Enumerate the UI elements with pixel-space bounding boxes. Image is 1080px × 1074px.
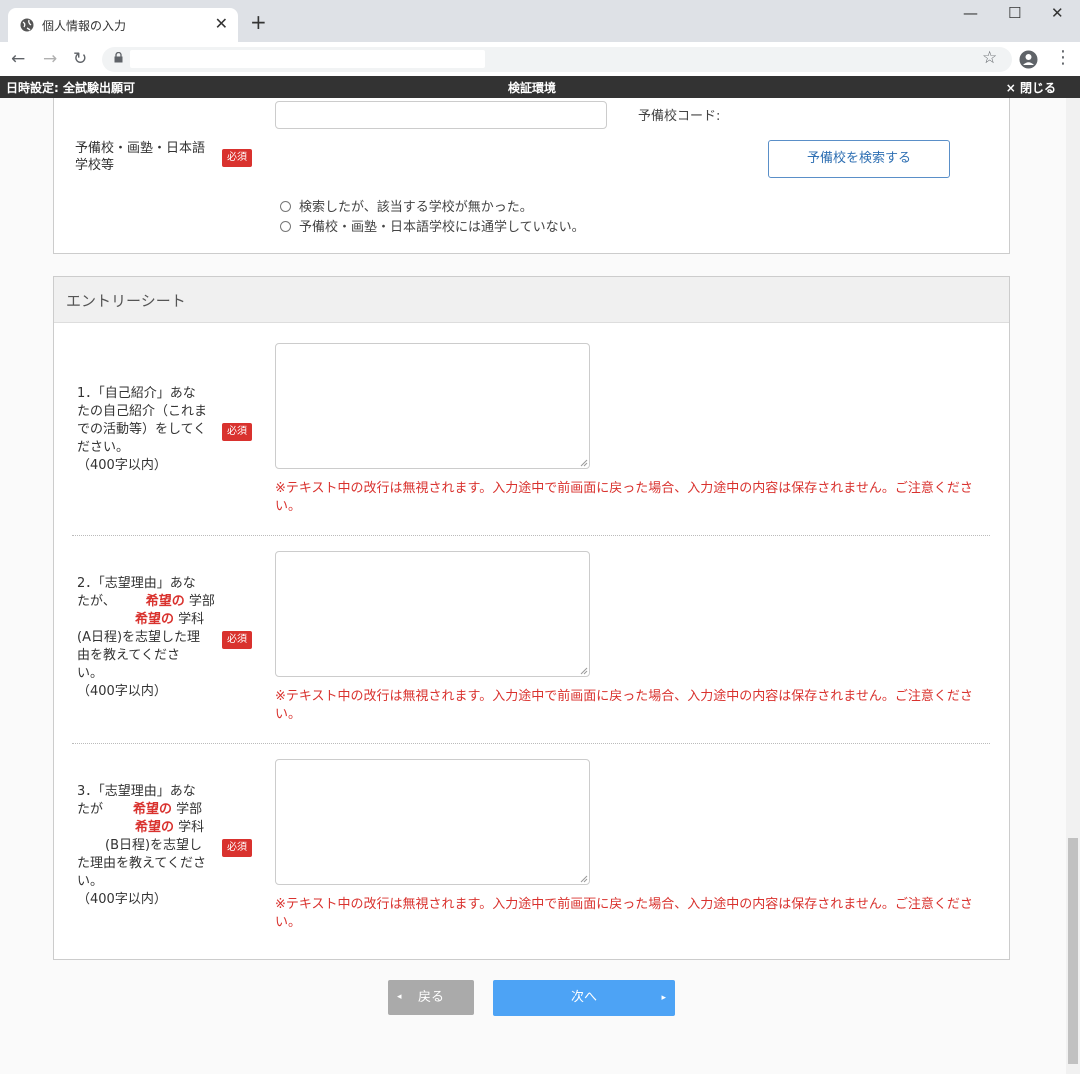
resize-grip-icon[interactable] — [580, 875, 588, 883]
globe-icon — [20, 18, 34, 32]
entry-sheet-title: エントリーシート — [54, 277, 1009, 323]
lock-icon — [114, 52, 123, 63]
radio-button[interactable] — [280, 221, 291, 232]
question-3-label: 3．「志望理由」あな たが 希望の 学部 希望の 学科 (B日程)を志望し た理由… — [77, 783, 217, 909]
question-2-label: 2．「志望理由」あな たが、 希望の 学部 希望の 学科 (A日程)を志望した理 … — [77, 575, 217, 701]
school-panel: 予備校コード: 予備校・画塾・日本語 学校等 必須 予備校を検索する 検索したが… — [53, 98, 1010, 254]
maximize-icon[interactable]: ☐ — [1008, 4, 1021, 22]
q3-highlight: 希望の — [133, 802, 173, 817]
required-badge: 必須 — [222, 631, 252, 649]
q2-text: たが、 — [77, 594, 116, 609]
q3-highlight: 希望の — [135, 820, 175, 835]
q1-limit: （400字以内） — [77, 458, 167, 473]
environment-bar: 日時設定: 全試験出願可 検証環境 × 閉じる — [0, 76, 1080, 98]
q1-line: たの自己紹介（これま — [77, 404, 208, 419]
tab-strip: 個人情報の入力 ✕ + — ☐ ✕ — [0, 0, 1080, 42]
q2-line: 由を教えてくださ — [77, 648, 180, 663]
q3-text: (B日程)を志望し — [105, 838, 203, 853]
browser-toolbar: ← → ↻ ☆ ⋮ — [0, 42, 1080, 76]
q2-highlight: 希望の — [135, 612, 175, 627]
q2-line: 希望の 学科 — [77, 611, 217, 629]
question-1-note: ※テキスト中の改行は無視されます。入力途中で前画面に戻った場合、入力途中の内容は… — [275, 481, 973, 514]
q1-line: 1．「自己紹介」あな — [77, 386, 196, 401]
resize-grip-icon[interactable] — [580, 459, 588, 467]
scrollbar-thumb[interactable] — [1068, 838, 1078, 1064]
close-bar-button[interactable]: × 閉じる — [1006, 79, 1056, 96]
question-2-note: ※テキスト中の改行は無視されます。入力途中で前画面に戻った場合、入力途中の内容は… — [275, 689, 973, 722]
q2-line: (A日程)を志望した理 — [77, 630, 201, 645]
radio-no-match[interactable]: 検索したが、該当する学校が無かった。 — [280, 196, 533, 215]
school-field-label: 予備校・画塾・日本語 学校等 — [75, 140, 205, 174]
school-name-input[interactable] — [275, 101, 607, 129]
next-button-label: 次へ — [570, 990, 597, 1005]
chevron-right-icon: ▸ — [661, 993, 666, 1003]
window-close-icon[interactable]: ✕ — [1051, 4, 1064, 22]
entry-sheet-panel: エントリーシート 1．「自己紹介」あな たの自己紹介（これま での活動等）をして… — [53, 276, 1010, 960]
q2-line: い。 — [77, 666, 104, 681]
account-icon[interactable] — [1019, 50, 1038, 69]
radio-button[interactable] — [280, 201, 291, 212]
radio-label: 予備校・画塾・日本語学校には通学していない。 — [299, 220, 585, 235]
q2-limit: （400字以内） — [77, 684, 167, 699]
school-field-label-line1: 予備校・画塾・日本語 — [75, 141, 206, 156]
back-button-label: 戻る — [417, 990, 444, 1005]
q3-limit: （400字以内） — [77, 892, 167, 907]
next-button[interactable]: 次へ ▸ — [493, 980, 675, 1016]
question-1-textarea[interactable] — [275, 343, 590, 469]
required-badge: 必須 — [222, 423, 252, 441]
question-1-label: 1．「自己紹介」あな たの自己紹介（これま での活動等）をしてく ださい。 （4… — [77, 385, 217, 475]
question-3-note: ※テキスト中の改行は無視されます。入力途中で前画面に戻った場合、入力途中の内容は… — [275, 897, 973, 930]
school-field-label-line2: 学校等 — [75, 158, 115, 173]
q3-line: たが 希望の 学部 — [77, 801, 217, 819]
q3-faculty: 学部 — [176, 802, 203, 817]
chevron-left-icon: ◂ — [397, 992, 402, 1002]
date-setting-label: 日時設定: 全試験出願可 — [6, 81, 135, 95]
school-search-button[interactable]: 予備校を検索する — [768, 140, 950, 178]
q3-line: た理由を教えてくださ — [77, 856, 206, 871]
school-code-label: 予備校コード: — [638, 109, 721, 124]
radio-not-attending[interactable]: 予備校・画塾・日本語学校には通学していない。 — [280, 216, 585, 235]
divider — [72, 535, 990, 536]
forward-arrow-icon[interactable]: → — [43, 49, 57, 69]
q1-line: ださい。 — [77, 440, 130, 455]
tab-close-icon[interactable]: ✕ — [215, 14, 228, 33]
environment-label: 検証環境 — [508, 81, 557, 95]
required-badge: 必須 — [222, 149, 252, 167]
q3-dept: 学科 — [178, 820, 205, 835]
q1-line: での活動等）をしてく — [77, 422, 207, 437]
minimize-icon[interactable]: — — [963, 4, 978, 22]
q2-highlight: 希望の — [145, 594, 185, 609]
q3-line: 希望の 学科 — [77, 819, 217, 837]
q3-line: (B日程)を志望し — [77, 837, 217, 855]
q3-text: たが — [77, 802, 104, 817]
page-scrollbar[interactable] — [1066, 98, 1080, 1074]
new-tab-icon[interactable]: + — [250, 12, 267, 32]
radio-label: 検索したが、該当する学校が無かった。 — [299, 200, 533, 215]
divider — [72, 743, 990, 744]
back-button[interactable]: ◂ 戻る — [388, 980, 474, 1015]
q2-dept: 学科 — [178, 612, 205, 627]
question-3-textarea[interactable] — [275, 759, 590, 885]
q2-line: 2．「志望理由」あな — [77, 576, 196, 591]
menu-icon[interactable]: ⋮ — [1054, 47, 1072, 68]
q2-line: たが、 希望の 学部 — [77, 593, 217, 611]
question-2-textarea[interactable] — [275, 551, 590, 677]
q3-line: い。 — [77, 874, 104, 889]
tab-title: 個人情報の入力 — [42, 19, 127, 33]
q2-faculty: 学部 — [188, 594, 215, 609]
reload-icon[interactable]: ↻ — [73, 49, 87, 69]
page-content: 予備校コード: 予備校・画塾・日本語 学校等 必須 予備校を検索する 検索したが… — [0, 98, 1066, 1074]
back-arrow-icon[interactable]: ← — [11, 49, 25, 69]
resize-grip-icon[interactable] — [580, 667, 588, 675]
browser-tab[interactable]: 個人情報の入力 ✕ — [8, 8, 238, 42]
q3-line: 3．「志望理由」あな — [77, 784, 196, 799]
url-text[interactable] — [130, 50, 485, 68]
address-bar[interactable] — [102, 47, 1012, 72]
bookmark-star-icon[interactable]: ☆ — [982, 48, 997, 68]
required-badge: 必須 — [222, 839, 252, 857]
